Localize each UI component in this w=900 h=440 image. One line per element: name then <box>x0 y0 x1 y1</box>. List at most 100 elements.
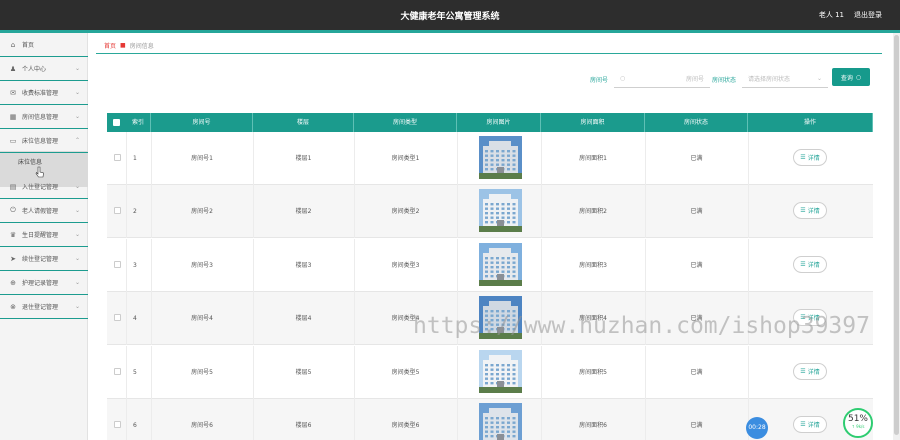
user-icon: ♟ <box>9 64 17 73</box>
sidebar-item-label: 入住登记管理 <box>22 184 59 191</box>
sidebar-item-label: 床位信息管理 <box>22 138 59 145</box>
cell-area: 房间面积5 <box>579 369 607 376</box>
cell-floor: 楼层1 <box>295 155 312 162</box>
select-all-checkbox[interactable] <box>113 119 120 126</box>
cell-type: 房间类型6 <box>391 422 420 429</box>
room-label: 房间号 <box>590 76 609 84</box>
status-label: 房间状态 <box>712 76 737 84</box>
detail-label: 详情 <box>807 208 820 215</box>
detail-button[interactable]: ☰ 详情 <box>793 256 827 273</box>
sidebar-item-8[interactable]: ➤ 续住登记管理 ⌄ <box>0 247 88 271</box>
sidebar-item-3[interactable]: ▦ 房间信息管理 ⌄ <box>0 105 88 129</box>
sidebar-item-10[interactable]: ⊗ 退住登记管理 ⌄ <box>0 295 88 319</box>
breadcrumb-home[interactable]: 首页 <box>104 41 116 50</box>
row-checkbox[interactable] <box>114 207 121 214</box>
sidebar-item-2[interactable]: ✉ 收费标准管理 ⌄ <box>0 81 88 105</box>
search-icon: ○ <box>855 73 862 81</box>
home-icon: ⌂ <box>10 40 16 49</box>
column-header: 操作 <box>748 113 873 132</box>
column-divider <box>457 239 458 292</box>
cell-status: 已满 <box>690 155 703 162</box>
scrollbar-thumb[interactable] <box>894 35 899 435</box>
column-header: 房间类型 <box>354 113 457 132</box>
column-divider <box>457 346 458 399</box>
breadcrumb: 首页 ■ 房间信息 <box>96 38 882 54</box>
chevron-icon: ⌄ <box>74 65 80 72</box>
sidebar-item-9[interactable]: ⊕ 护理记录管理 ⌄ <box>0 271 88 295</box>
cell-status: 已满 <box>690 422 703 429</box>
column-divider <box>457 185 458 238</box>
room-photo-image <box>479 189 522 232</box>
chevron-icon: ⌄ <box>74 255 80 262</box>
cell-room: 房间号6 <box>191 422 213 429</box>
row-checkbox[interactable] <box>114 314 121 321</box>
sidebar-item-label: 续住登记管理 <box>22 256 59 263</box>
chevron-icon: ⌄ <box>74 207 80 214</box>
cell-type: 房间类型5 <box>391 369 420 376</box>
sidebar-item-label: 生日提醒管理 <box>22 232 59 239</box>
room-photo <box>479 243 522 286</box>
cell-index: 3 <box>133 262 137 269</box>
cell-room: 房间号2 <box>191 208 213 215</box>
watermark-text: https://www.huzhan.com/ishop39397 <box>413 313 870 339</box>
tag-icon: ✉ <box>10 88 16 97</box>
sidebar-item-6[interactable]: ⏻ 老人请假管理 ⌄ <box>0 199 88 223</box>
cell-type: 房间类型1 <box>391 155 420 162</box>
sidebar-item-4[interactable]: ▭ 床位信息管理 ⌃ <box>0 129 88 153</box>
detail-icon: ☰ <box>800 207 806 214</box>
row-checkbox[interactable] <box>114 154 121 161</box>
timer-badge: 00:28 <box>746 417 768 439</box>
detail-button[interactable]: ☰ 详情 <box>793 202 827 219</box>
app-title: 大健康老年公寓管理系统 <box>400 12 500 22</box>
checkout-icon: ⊗ <box>10 302 16 311</box>
sidebar-item-7[interactable]: ♛ 生日提醒管理 ⌄ <box>0 223 88 247</box>
scrollbar[interactable] <box>893 33 900 440</box>
column-divider <box>457 132 458 185</box>
room-search-input[interactable]: ○ 房间号 <box>614 70 711 88</box>
room-photo-image <box>479 243 522 286</box>
detail-button[interactable]: ☰ 详情 <box>793 149 827 166</box>
table-row: 5 房间号5 楼层5 房间类型5 房间面积5 已满 ☰ 详情 <box>107 346 873 399</box>
cell-area: 房间面积3 <box>579 262 607 269</box>
gauge-speed: ↑ 9k/s <box>851 424 865 429</box>
cell-status: 已满 <box>690 262 703 269</box>
sidebar-item-label: 老人请假管理 <box>22 208 59 215</box>
row-checkbox[interactable] <box>114 421 121 428</box>
row-checkbox[interactable] <box>114 368 121 375</box>
cell-floor: 楼层6 <box>295 422 312 429</box>
detail-label: 详情 <box>807 262 820 269</box>
submenu-item-bed-info[interactable]: 床位信息 <box>18 157 42 166</box>
table-row: 2 房间号2 楼层2 房间类型2 房间面积2 已满 ☰ 详情 <box>107 185 873 238</box>
search-button[interactable]: 查询 ○ <box>832 68 870 86</box>
column-header: 索引 <box>126 113 151 132</box>
table-row: 3 房间号3 楼层3 房间类型3 房间面积3 已满 ☰ 详情 <box>107 239 873 292</box>
chevron-icon: ⌄ <box>74 231 80 238</box>
cell-status: 已满 <box>690 369 703 376</box>
column-divider <box>457 399 458 440</box>
sidebar-item-0[interactable]: ⌂ 首页 <box>0 33 88 57</box>
row-checkbox[interactable] <box>114 261 121 268</box>
cell-area: 房间面积6 <box>579 422 607 429</box>
detail-button[interactable]: ☰ 详情 <box>793 363 827 380</box>
detail-icon: ☰ <box>800 261 806 268</box>
status-select[interactable]: 请选择房间状态 ⌄ <box>742 70 829 88</box>
network-gauge: 51% ↑ 9k/s <box>843 408 873 438</box>
cell-area: 房间面积2 <box>579 208 607 215</box>
leave-icon: ⏻ <box>10 206 16 214</box>
top-header: 大健康老年公寓管理系统 老人 11 退出登录 <box>0 0 900 30</box>
cell-index: 6 <box>133 422 137 429</box>
cell-area: 房间面积1 <box>579 155 607 162</box>
logout-link[interactable]: 退出登录 <box>854 10 882 20</box>
cell-room: 房间号3 <box>191 262 213 269</box>
chevron-icon: ⌄ <box>74 183 80 190</box>
sidebar-item-1[interactable]: ♟ 个人中心 ⌄ <box>0 57 88 81</box>
room-search-placeholder: 房间号 <box>686 76 705 83</box>
cell-floor: 楼层3 <box>295 262 312 269</box>
column-divider <box>748 185 749 238</box>
detail-button[interactable]: ☰ 详情 <box>793 416 827 433</box>
sidebar-item-5[interactable]: ▤ 入住登记管理 ⌄ <box>0 175 88 199</box>
column-divider <box>748 132 749 185</box>
sidebar-item-label: 收费标准管理 <box>22 90 59 97</box>
table-row: 1 房间号1 楼层1 房间类型1 房间面积1 已满 ☰ 详情 <box>107 132 873 185</box>
status-select-group: 房间状态 请选择房间状态 ⌄ <box>712 70 829 88</box>
